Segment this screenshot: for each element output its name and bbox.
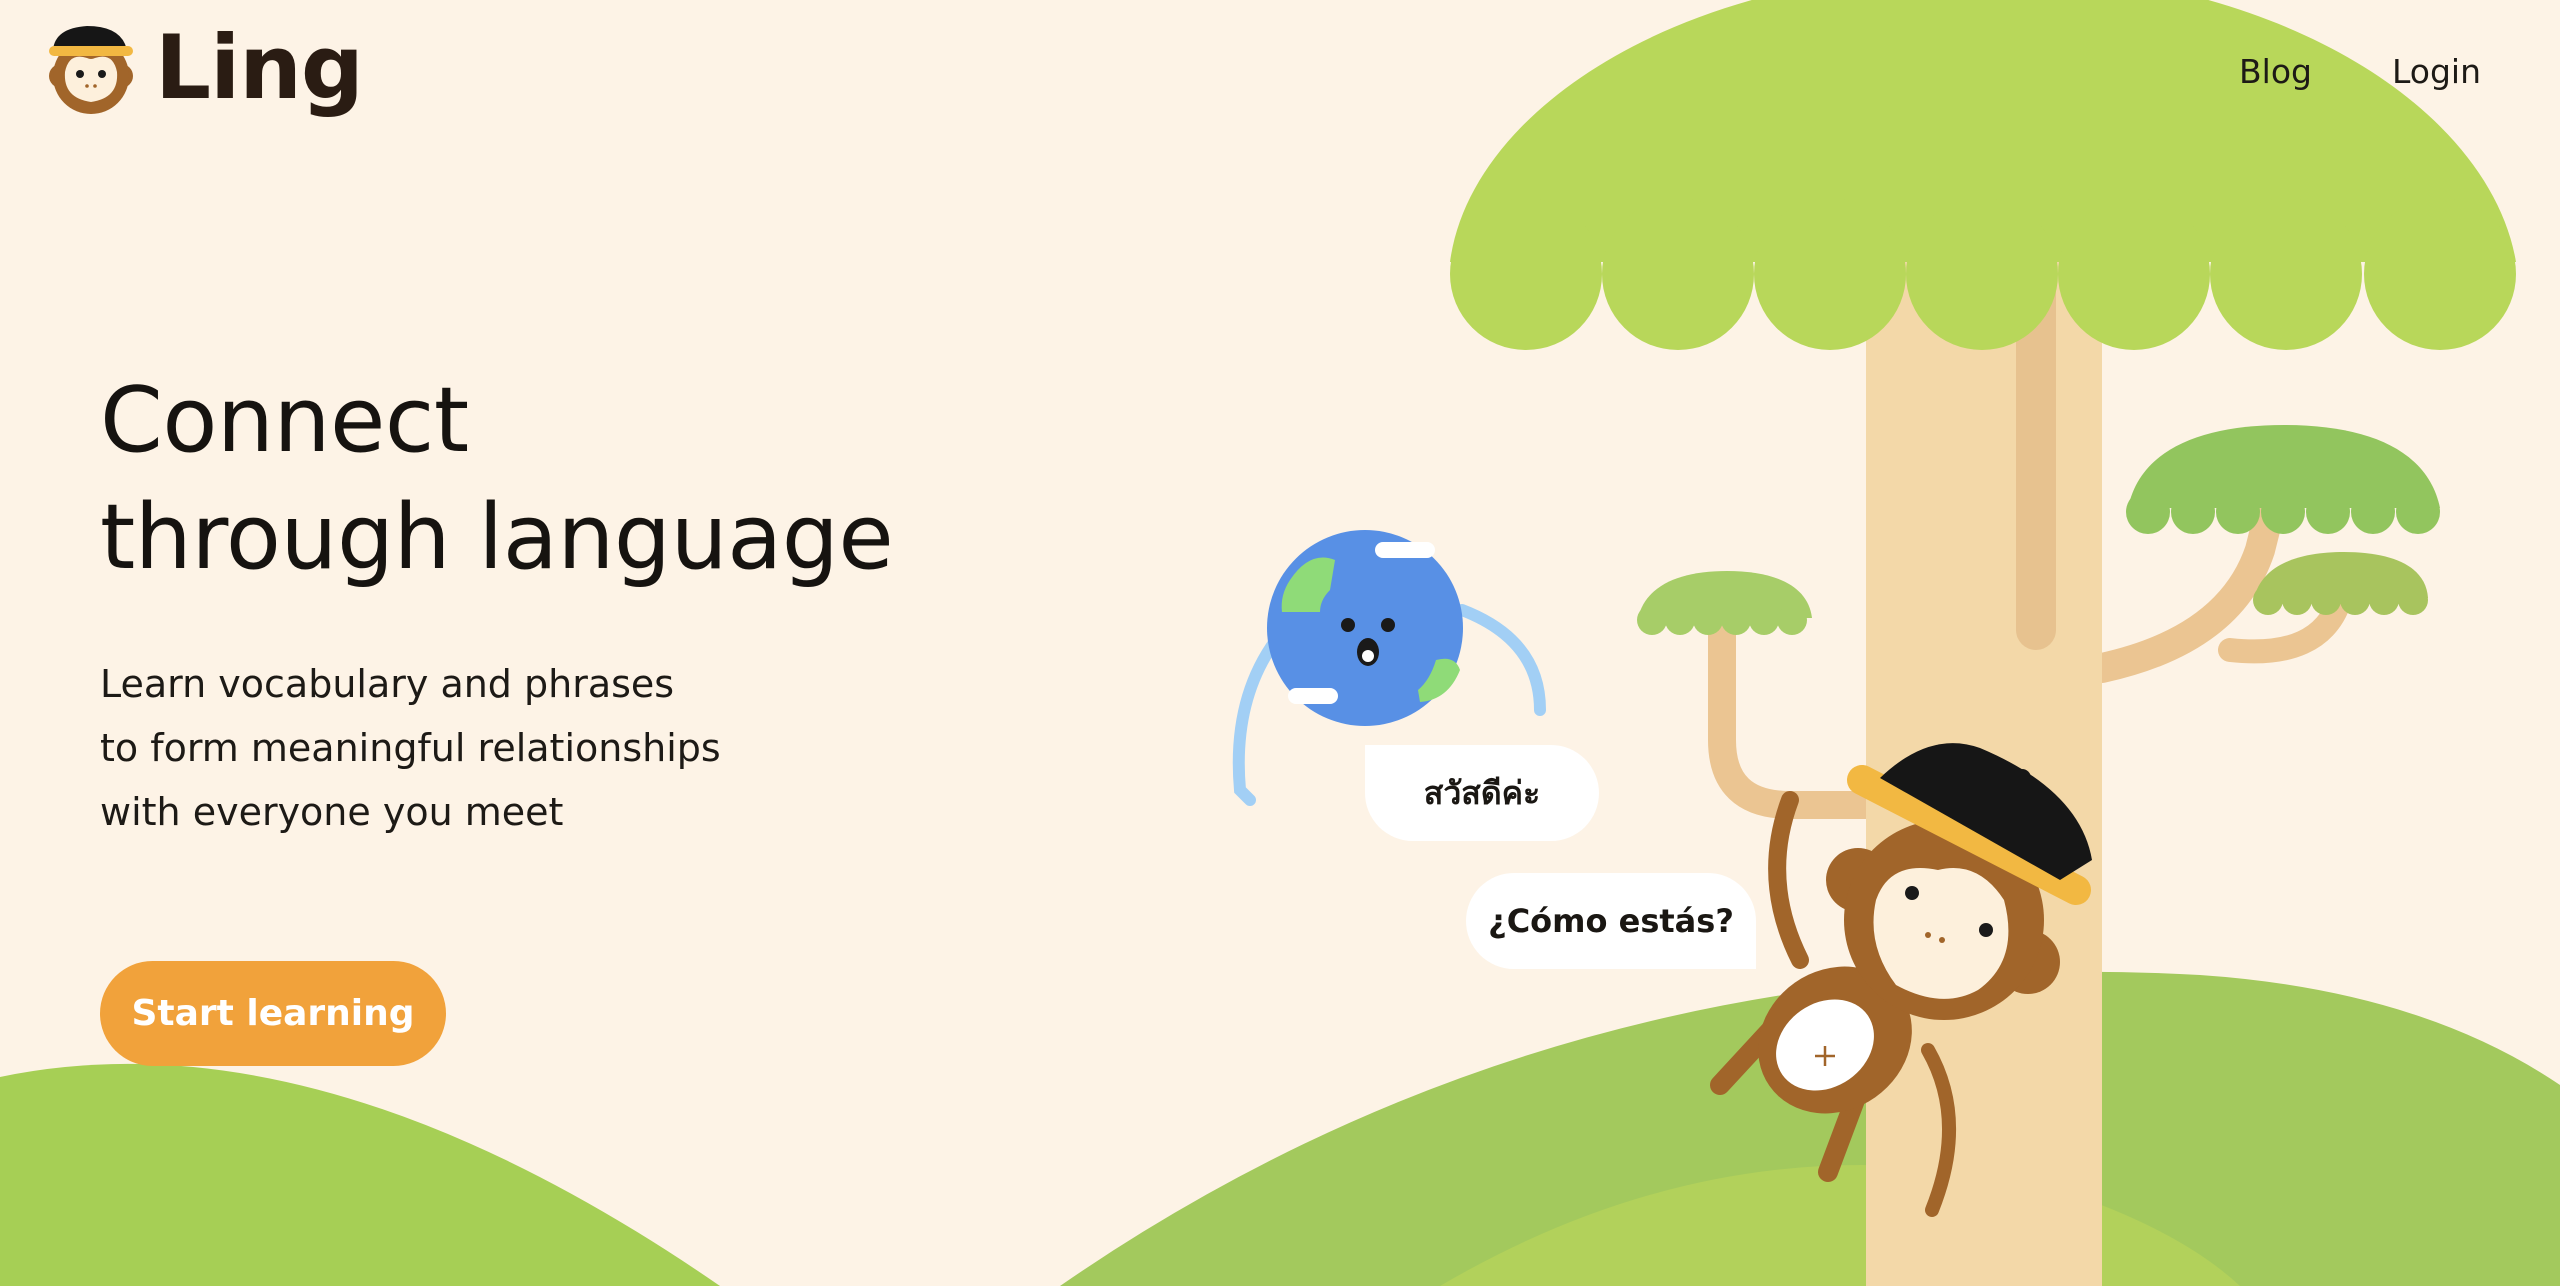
hero-subtitle: Learn vocabulary and phrases to form mea…	[100, 652, 893, 844]
hero-subtitle-line-3: with everyone you meet	[100, 790, 564, 834]
nav-login-link[interactable]: Login	[2392, 52, 2481, 91]
hero-section: Connect through language Learn vocabular…	[100, 362, 894, 844]
hero-subtitle-line-1: Learn vocabulary and phrases	[100, 662, 675, 706]
left-hill	[0, 1063, 720, 1286]
hero-title-line-1: Connect	[100, 368, 469, 473]
speech-bubble-spanish: ¿Cómo estás?	[1466, 873, 1756, 969]
speech-bubble-thai: สวัสดีค่ะ	[1365, 745, 1599, 841]
start-learning-button[interactable]: Start learning	[100, 961, 446, 1066]
nav-blog-link[interactable]: Blog	[2239, 52, 2312, 91]
top-nav: Blog Login	[2239, 52, 2481, 91]
brand-name: Ling	[155, 16, 364, 119]
hero-subtitle-line-2: to form meaningful relationships	[100, 726, 721, 770]
hero-title: Connect through language	[100, 362, 894, 596]
monkey-mascot-icon	[49, 26, 133, 114]
branch-left	[1708, 601, 1882, 819]
brand-logo[interactable]: Ling	[47, 14, 364, 119]
hero-title-line-2: through language	[100, 485, 894, 590]
